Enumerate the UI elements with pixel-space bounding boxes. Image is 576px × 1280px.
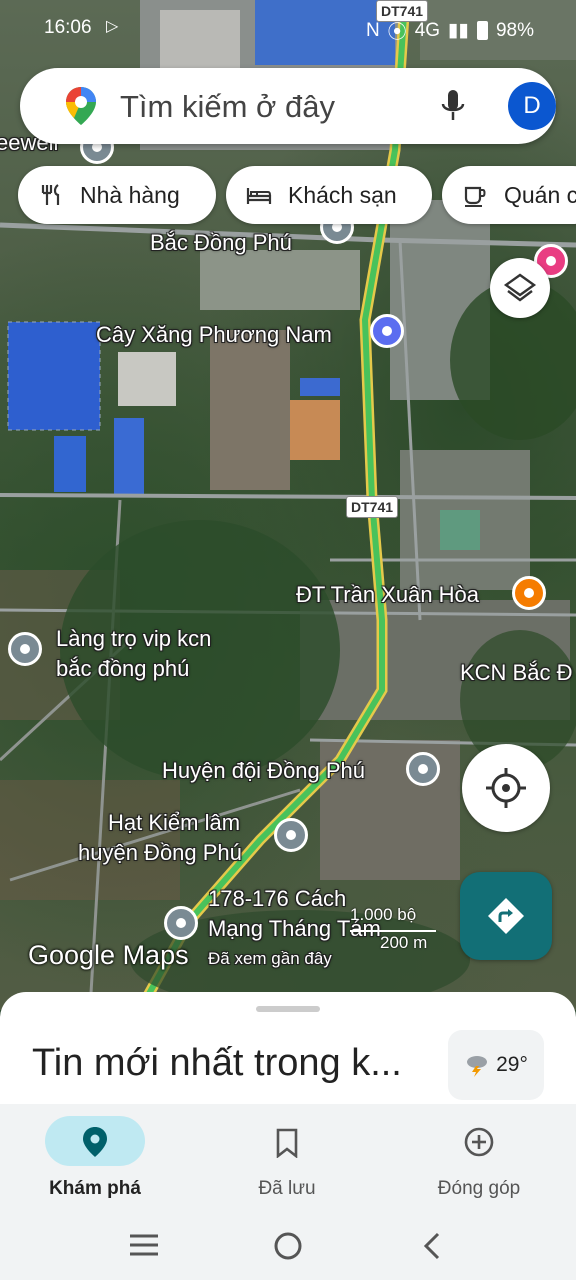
map-label: Làng trọ vip kcn bbox=[56, 626, 212, 651]
chip-coffee[interactable]: Quán c bbox=[442, 166, 576, 224]
microphone-icon[interactable] bbox=[440, 88, 466, 124]
layers-button[interactable] bbox=[490, 258, 550, 318]
signal-icon: ▮▮ bbox=[448, 20, 469, 41]
map-label: 178-176 Cách bbox=[208, 886, 347, 911]
recent-apps-icon[interactable] bbox=[128, 1232, 160, 1258]
status-time: 16:06 bbox=[44, 17, 92, 38]
bottom-navigation: Khám phá Đã lưu Đóng góp bbox=[0, 1104, 576, 1210]
map-label: KCN Bắc Đ bbox=[460, 660, 573, 685]
map-view[interactable]: 16:06 ▷ N ⦿ 4G ▮▮ 98% DT741 DT741 eewell… bbox=[0, 0, 576, 1010]
gas-station-icon[interactable] bbox=[370, 314, 404, 348]
scale-top-label: 1.000 bộ bbox=[350, 905, 417, 924]
chip-label: Quán c bbox=[504, 181, 576, 208]
nav-label: Đóng góp bbox=[437, 1178, 521, 1199]
bookmark-icon bbox=[276, 1128, 298, 1158]
chip-label: Nhà hàng bbox=[80, 181, 180, 208]
weather-chip[interactable]: 29° bbox=[448, 1030, 544, 1100]
google-maps-pin-icon bbox=[66, 87, 96, 125]
my-location-button[interactable] bbox=[462, 744, 550, 832]
scale-bottom-label: 200 m bbox=[380, 933, 428, 952]
chip-label: Khách sạn bbox=[288, 181, 397, 208]
nav-label: Khám phá bbox=[49, 1178, 141, 1199]
map-label: bắc đồng phú bbox=[56, 656, 190, 681]
search-bar[interactable]: Tìm kiếm ở đây D bbox=[20, 68, 556, 144]
nav-explore[interactable]: Khám phá bbox=[20, 1116, 170, 1206]
avatar[interactable]: D bbox=[508, 82, 556, 130]
map-label: Cây Xăng Phương Nam bbox=[96, 322, 332, 347]
temperature: 29° bbox=[496, 1053, 528, 1076]
search-input[interactable]: Tìm kiếm ở đây bbox=[120, 89, 335, 125]
nfc-icon: N bbox=[365, 19, 380, 41]
system-navigation-bar bbox=[0, 1210, 576, 1280]
map-label: Huyện đội Đồng Phú bbox=[162, 758, 366, 783]
home-icon[interactable] bbox=[272, 1230, 304, 1262]
road-shield: DT741 bbox=[376, 0, 429, 22]
restaurant-icon[interactable] bbox=[512, 576, 546, 610]
category-chips: Nhà hàng Khách sạn Quán c bbox=[0, 166, 576, 224]
layers-icon bbox=[503, 273, 537, 302]
nav-label: Đã lưu bbox=[258, 1178, 316, 1199]
fork-knife-icon bbox=[41, 184, 60, 205]
google-maps-logo: Google Maps bbox=[28, 940, 189, 970]
map-label: Hạt Kiểm lâm bbox=[108, 810, 241, 835]
battery-level: 98% bbox=[495, 19, 534, 41]
map-label: Đã xem gần đây bbox=[208, 949, 332, 968]
play-store-icon: ▷ bbox=[106, 18, 119, 35]
scale-bar: 1.000 bộ 200 m bbox=[350, 905, 440, 952]
network-type: 4G bbox=[414, 19, 441, 41]
add-circle-icon bbox=[464, 1127, 494, 1157]
status-bar: 16:06 ▷ N ⦿ 4G ▮▮ 98% bbox=[0, 0, 576, 56]
road-shield: DT741 bbox=[346, 496, 399, 518]
chip-restaurants[interactable]: Nhà hàng bbox=[18, 166, 216, 224]
coffee-cup-icon bbox=[464, 186, 486, 207]
map-label: Bắc Đồng Phú bbox=[150, 230, 292, 255]
crosshair-icon bbox=[486, 768, 526, 808]
thunderstorm-icon bbox=[467, 1056, 488, 1077]
map-label: ĐT Trần Xuân Hòa bbox=[296, 582, 480, 607]
scale-line bbox=[350, 930, 436, 932]
directions-icon bbox=[488, 898, 524, 934]
nav-contribute[interactable]: Đóng góp bbox=[404, 1116, 554, 1206]
chip-hotels[interactable]: Khách sạn bbox=[226, 166, 432, 224]
news-title[interactable]: Tin mới nhất trong k... bbox=[32, 1042, 402, 1085]
map-pin-icon[interactable] bbox=[8, 632, 42, 666]
directions-button[interactable] bbox=[460, 872, 552, 960]
explore-pin-icon bbox=[83, 1127, 107, 1157]
sheet-drag-handle[interactable] bbox=[256, 1006, 320, 1012]
recent-place-pin-icon[interactable] bbox=[164, 906, 198, 940]
battery-icon bbox=[476, 21, 488, 40]
nav-saved[interactable]: Đã lưu bbox=[212, 1116, 362, 1206]
map-pin-icon[interactable] bbox=[406, 752, 440, 786]
government-building-icon[interactable] bbox=[274, 818, 308, 852]
bed-icon bbox=[246, 188, 272, 204]
back-icon[interactable] bbox=[420, 1230, 444, 1262]
map-label: huyện Đồng Phú bbox=[78, 840, 242, 865]
